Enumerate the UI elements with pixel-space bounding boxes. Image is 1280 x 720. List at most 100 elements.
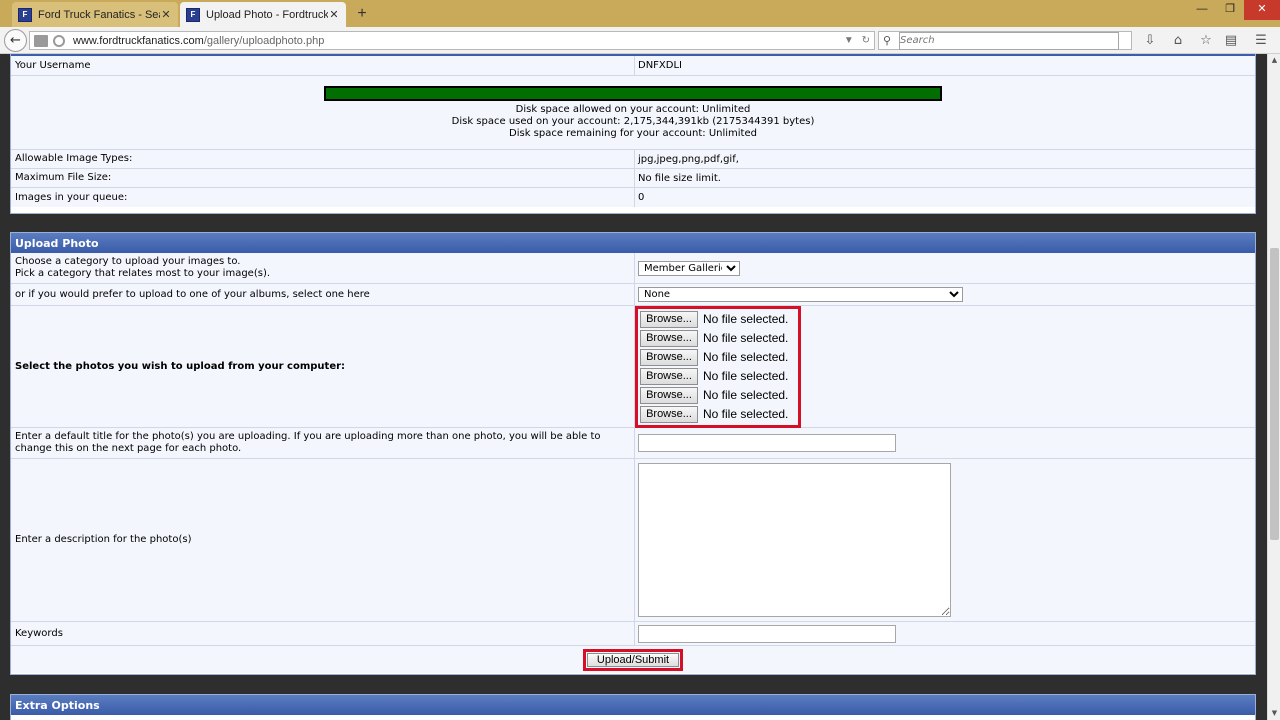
album-row: or if you would prefer to upload to one … — [11, 284, 1255, 306]
disk-usage-row: Disk space allowed on your account: Unli… — [11, 76, 1255, 150]
site-favicon-icon: F — [18, 7, 32, 22]
extra-options-heading: Extra Options — [11, 695, 1255, 715]
image-types-label: Allowable Image Types: — [11, 150, 635, 168]
album-select[interactable]: None — [638, 287, 963, 302]
file-status-6: No file selected. — [703, 407, 789, 421]
globe-icon — [53, 34, 65, 47]
menu-icon[interactable]: ☰ — [1252, 32, 1270, 50]
disk-used-text: Disk space used on your account: 2,175,3… — [451, 115, 815, 127]
close-tab-icon[interactable]: ✕ — [160, 8, 172, 21]
title-label: Enter a default title for the photo(s) y… — [11, 428, 635, 458]
disk-allowed-text: Disk space allowed on your account: Unli… — [515, 103, 751, 115]
file-status-5: No file selected. — [703, 388, 789, 402]
disk-info: Disk space allowed on your account: Unli… — [324, 85, 942, 140]
new-tab-button[interactable]: + — [352, 4, 372, 24]
tab-strip: F Ford Truck Fanatics - Searc... ✕ F Upl… — [0, 0, 1280, 27]
browse-button-5[interactable]: Browse... — [640, 386, 698, 404]
site-favicon-icon: F — [186, 7, 200, 22]
album-label: or if you would prefer to upload to one … — [11, 284, 635, 305]
description-label: Enter a description for the photo(s) — [11, 459, 635, 621]
close-tab-icon[interactable]: ✕ — [328, 8, 340, 21]
close-window-button[interactable]: ✕ — [1244, 0, 1280, 20]
title-row: Enter a default title for the photo(s) y… — [11, 428, 1255, 459]
description-cell — [635, 459, 1255, 621]
disk-usage-bar — [324, 85, 942, 101]
browse-button-4[interactable]: Browse... — [640, 367, 698, 385]
keywords-row: Keywords — [11, 622, 1255, 646]
queue-value: 0 — [638, 192, 645, 203]
page-viewport: Your Username DNFXDLI Disk space allowed… — [0, 54, 1267, 720]
tab-title: Ford Truck Fanatics - Searc... — [38, 8, 160, 21]
file-input-4: Browse... No file selected. — [640, 367, 788, 386]
browse-button-3[interactable]: Browse... — [640, 348, 698, 366]
album-cell: None — [635, 284, 1255, 305]
search-box[interactable]: ⚲ — [878, 31, 1132, 50]
browse-button-6[interactable]: Browse... — [640, 405, 698, 423]
max-file-size-row: Maximum File Size: No file size limit. — [11, 169, 1255, 188]
queue-label: Images in your queue: — [11, 188, 635, 207]
maximize-button[interactable]: ❐ — [1216, 0, 1244, 20]
upload-photo-panel: Upload Photo Choose a category to upload… — [10, 232, 1256, 675]
file-select-row: Select the photos you wish to upload fro… — [11, 305, 1255, 428]
reader-icon[interactable] — [34, 34, 48, 47]
browse-button-2[interactable]: Browse... — [640, 329, 698, 347]
max-file-size-value: No file size limit. — [638, 172, 721, 184]
file-input-1: Browse... No file selected. — [640, 310, 788, 329]
url-text[interactable]: www.fordtruckfanatics.com/gallery/upload… — [73, 35, 840, 47]
category-label: Choose a category to upload your images … — [11, 253, 635, 283]
file-status-3: No file selected. — [703, 350, 789, 364]
dropdown-icon[interactable]: ▼ — [844, 35, 854, 46]
back-icon[interactable]: ← — [4, 29, 27, 52]
extra-options-panel: Extra Options — [10, 694, 1256, 720]
download-icon[interactable]: ⇩ — [1141, 32, 1159, 50]
file-select-label: Select the photos you wish to upload fro… — [11, 306, 635, 427]
file-status-1: No file selected. — [703, 312, 789, 326]
tab-title: Upload Photo - Fordtruckf... — [206, 8, 328, 21]
username-value: DNFXDLI — [638, 60, 683, 71]
category-select[interactable]: Member Galleries — [638, 260, 740, 276]
max-file-size-label: Maximum File Size: — [11, 169, 635, 187]
keywords-input[interactable] — [638, 624, 896, 643]
keywords-label: Keywords — [11, 622, 635, 645]
description-row: Enter a description for the photo(s) — [11, 459, 1255, 622]
address-bar[interactable]: www.fordtruckfanatics.com/gallery/upload… — [29, 31, 875, 50]
photo-title-input[interactable] — [638, 434, 896, 452]
scroll-down-icon[interactable]: ▼ — [1268, 707, 1280, 720]
category-cell: Member Galleries — [635, 253, 1255, 283]
upload-submit-button[interactable]: Upload/Submit — [587, 652, 679, 667]
scrollbar-thumb[interactable] — [1270, 248, 1279, 540]
file-input-6: Browse... No file selected. — [640, 405, 788, 424]
file-status-4: No file selected. — [703, 369, 789, 383]
keywords-cell — [635, 622, 1255, 645]
submit-row: Upload/Submit — [11, 646, 1255, 673]
title-cell — [635, 428, 1255, 458]
disk-usage-fill — [326, 87, 940, 99]
photo-description-textarea[interactable] — [638, 463, 951, 617]
disk-remaining-text: Disk space remaining for your account: U… — [509, 127, 757, 139]
upload-photo-heading: Upload Photo — [11, 233, 1255, 253]
tab-upload-photo[interactable]: F Upload Photo - Fordtruckf... ✕ — [180, 2, 346, 27]
page-scrollbar[interactable]: ▲ ▼ — [1267, 54, 1280, 720]
scroll-up-icon[interactable]: ▲ — [1268, 54, 1280, 67]
bookmark-star-icon[interactable]: ☆ — [1197, 32, 1215, 50]
navigation-toolbar: ← www.fordtruckfanatics.com/gallery/uplo… — [0, 27, 1280, 54]
home-icon[interactable]: ⌂ — [1169, 32, 1187, 50]
tab-ford-truck-fanatics-search[interactable]: F Ford Truck Fanatics - Searc... ✕ — [12, 2, 178, 27]
search-input[interactable] — [899, 31, 1119, 50]
search-icon: ⚲ — [883, 35, 892, 47]
browse-button-1[interactable]: Browse... — [640, 310, 698, 328]
image-types-row: Allowable Image Types: jpg,jpeg,png,pdf,… — [11, 150, 1255, 169]
submit-highlight: Upload/Submit — [583, 648, 683, 671]
reload-icon[interactable]: ↻ — [862, 35, 870, 46]
username-row: Your Username DNFXDLI — [11, 56, 1255, 76]
queue-row: Images in your queue: 0 — [11, 188, 1255, 207]
minimize-button[interactable]: — — [1188, 0, 1216, 20]
image-types-value: jpg,jpeg,png,pdf,gif, — [638, 153, 739, 165]
reading-list-icon[interactable]: ▤ — [1222, 32, 1240, 50]
file-status-2: No file selected. — [703, 331, 789, 345]
file-input-5: Browse... No file selected. — [640, 386, 788, 405]
username-label: Your Username — [11, 56, 635, 75]
account-info-panel: Your Username DNFXDLI Disk space allowed… — [10, 54, 1256, 214]
category-row: Choose a category to upload your images … — [11, 253, 1255, 284]
file-select-cell: Browse... No file selected. Browse... No f… — [635, 305, 1255, 428]
